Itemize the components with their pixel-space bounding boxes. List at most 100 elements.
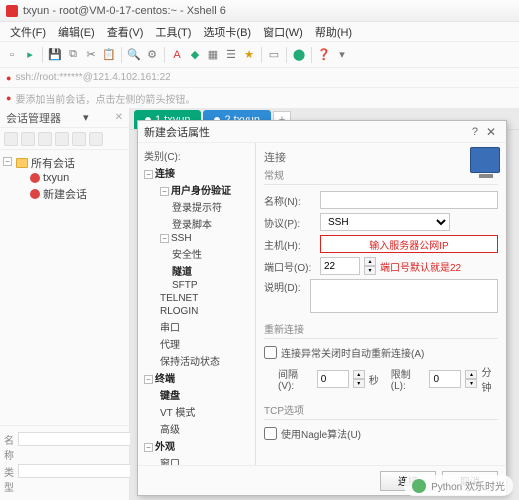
- cat-login-prompt[interactable]: 登录提示符: [140, 198, 253, 215]
- cat-terminal[interactable]: −终端: [140, 369, 253, 386]
- cat-sftp[interactable]: SFTP: [140, 279, 253, 292]
- menu-file[interactable]: 文件(F): [4, 24, 52, 40]
- expand-icon[interactable]: −: [160, 187, 169, 196]
- cat-auth[interactable]: −用户身份验证: [140, 181, 253, 198]
- host-input[interactable]: 输入服务器公网IP: [320, 235, 498, 253]
- session-icon: [30, 173, 40, 183]
- tool-paste-icon[interactable]: 📋: [101, 47, 117, 63]
- limit-spinner[interactable]: ▴▾: [465, 370, 477, 388]
- prop-name-label: 名称: [4, 432, 14, 462]
- prop-name-field[interactable]: [18, 432, 141, 446]
- tool-d-icon[interactable]: ☰: [223, 47, 239, 63]
- dialog-close-icon[interactable]: ✕: [482, 125, 500, 139]
- panel-close-icon[interactable]: ✕: [115, 112, 123, 123]
- dialog-help-icon[interactable]: ?: [468, 126, 482, 138]
- tool-cut-icon[interactable]: ✂: [83, 47, 99, 63]
- pt-new-icon[interactable]: [4, 132, 18, 146]
- tool-i-icon[interactable]: ▾: [334, 47, 350, 63]
- tool-e-icon[interactable]: ★: [241, 47, 257, 63]
- cat-window[interactable]: 窗口: [140, 454, 253, 465]
- menu-view[interactable]: 查看(V): [101, 24, 150, 40]
- tool-open-icon[interactable]: ▸: [22, 47, 38, 63]
- form-section-reconnect: 重新连接: [264, 321, 498, 339]
- cat-rlogin[interactable]: RLOGIN: [140, 305, 253, 318]
- prop-type-field[interactable]: [18, 464, 141, 478]
- watermark-icon: [412, 479, 426, 493]
- separator: [164, 47, 165, 63]
- cat-ssh[interactable]: −SSH: [140, 232, 253, 245]
- tool-save-icon[interactable]: 💾: [47, 47, 63, 63]
- menu-tools[interactable]: 工具(T): [149, 24, 197, 40]
- spin-up-icon[interactable]: ▴: [353, 370, 365, 379]
- cat-keepalive[interactable]: 保持活动状态: [140, 352, 253, 369]
- session-txyun[interactable]: txyun: [16, 171, 127, 185]
- menu-window[interactable]: 窗口(W): [257, 24, 309, 40]
- desc-input[interactable]: [310, 279, 498, 313]
- pt-del-icon[interactable]: [38, 132, 52, 146]
- menu-edit[interactable]: 编辑(E): [52, 24, 101, 40]
- cat-telnet[interactable]: TELNET: [140, 292, 253, 305]
- tool-b-icon[interactable]: ◆: [187, 47, 203, 63]
- menu-tabs[interactable]: 选项卡(B): [197, 24, 257, 40]
- host-label: 主机(H):: [264, 237, 316, 252]
- folder-icon: [16, 158, 28, 168]
- tree-root[interactable]: − 所有会话 txyun 新建会话: [2, 154, 127, 204]
- hint-text: 要添加当前会话，点击左侧的箭头按钮。: [15, 91, 195, 106]
- port-spinner[interactable]: ▴▾: [364, 257, 376, 275]
- panel-toolbar: [0, 128, 129, 150]
- spin-down-icon[interactable]: ▾: [465, 379, 477, 388]
- protocol-select[interactable]: SSH: [320, 213, 450, 231]
- cat-vt[interactable]: VT 模式: [140, 403, 253, 420]
- pt-copy-icon[interactable]: [55, 132, 69, 146]
- cat-connection[interactable]: −连接: [140, 164, 253, 181]
- watermark-text: Python 欢乐时光: [431, 478, 505, 493]
- port-input[interactable]: [320, 257, 360, 275]
- new-session-dialog: 新建会话属性 ? ✕ 类别(C): −连接 −用户身份验证 登录提示符 登录脚本…: [137, 120, 507, 496]
- limit-input[interactable]: [429, 370, 461, 388]
- tool-g-icon[interactable]: ⬤: [291, 47, 307, 63]
- pt-more-icon[interactable]: [89, 132, 103, 146]
- tool-a-icon[interactable]: A: [169, 47, 185, 63]
- panel-dropdown-icon[interactable]: ▾: [83, 111, 89, 124]
- tool-search-icon[interactable]: 🔍: [126, 47, 142, 63]
- expand-icon[interactable]: −: [144, 375, 153, 384]
- tool-h-icon[interactable]: ❓: [316, 47, 332, 63]
- cat-login-script[interactable]: 登录脚本: [140, 215, 253, 232]
- spin-up-icon[interactable]: ▴: [465, 370, 477, 379]
- tool-new-icon[interactable]: ▫: [4, 47, 20, 63]
- address-text[interactable]: ssh://root:******@121.4.102.161:22: [15, 72, 170, 83]
- toolbar: ▫ ▸ 💾 ⧉ ✂ 📋 🔍 ⚙ A ◆ ▦ ☰ ★ ▭ ⬤ ❓ ▾: [0, 42, 519, 68]
- tool-f-icon[interactable]: ▭: [266, 47, 282, 63]
- cat-keyboard[interactable]: 键盘: [140, 386, 253, 403]
- expand-icon[interactable]: −: [160, 234, 169, 243]
- pt-prop-icon[interactable]: [72, 132, 86, 146]
- expand-icon[interactable]: −: [3, 157, 12, 166]
- spin-down-icon[interactable]: ▾: [364, 266, 376, 275]
- cat-proxy[interactable]: 代理: [140, 335, 253, 352]
- expand-icon[interactable]: −: [144, 443, 153, 452]
- tool-c-icon[interactable]: ▦: [205, 47, 221, 63]
- spin-down-icon[interactable]: ▾: [353, 379, 365, 388]
- interval-input[interactable]: [317, 370, 349, 388]
- dialog-title: 新建会话属性: [144, 124, 210, 140]
- nagle-checkbox[interactable]: [264, 427, 277, 440]
- interval-spinner[interactable]: ▴▾: [353, 370, 365, 388]
- expand-icon[interactable]: −: [144, 170, 153, 179]
- spin-up-icon[interactable]: ▴: [364, 257, 376, 266]
- cat-label: 用户身份验证: [171, 186, 231, 197]
- cat-tunnel[interactable]: 隧道: [140, 262, 253, 279]
- reconnect-checkbox[interactable]: [264, 346, 277, 359]
- tool-props-icon[interactable]: ⚙: [144, 47, 160, 63]
- nagle-label: 使用Nagle算法(U): [281, 426, 361, 441]
- pt-folder-icon[interactable]: [21, 132, 35, 146]
- cat-security[interactable]: 安全性: [140, 245, 253, 262]
- menu-help[interactable]: 帮助(H): [309, 24, 358, 40]
- cat-advanced[interactable]: 高级: [140, 420, 253, 437]
- name-input[interactable]: [320, 191, 498, 209]
- tool-copy-icon[interactable]: ⧉: [65, 47, 81, 63]
- session-new[interactable]: 新建会话: [16, 185, 127, 203]
- cat-serial[interactable]: 串口: [140, 318, 253, 335]
- cat-appearance[interactable]: −外观: [140, 437, 253, 454]
- cat-label: 终端: [155, 374, 175, 385]
- desc-label: 说明(D):: [264, 279, 306, 294]
